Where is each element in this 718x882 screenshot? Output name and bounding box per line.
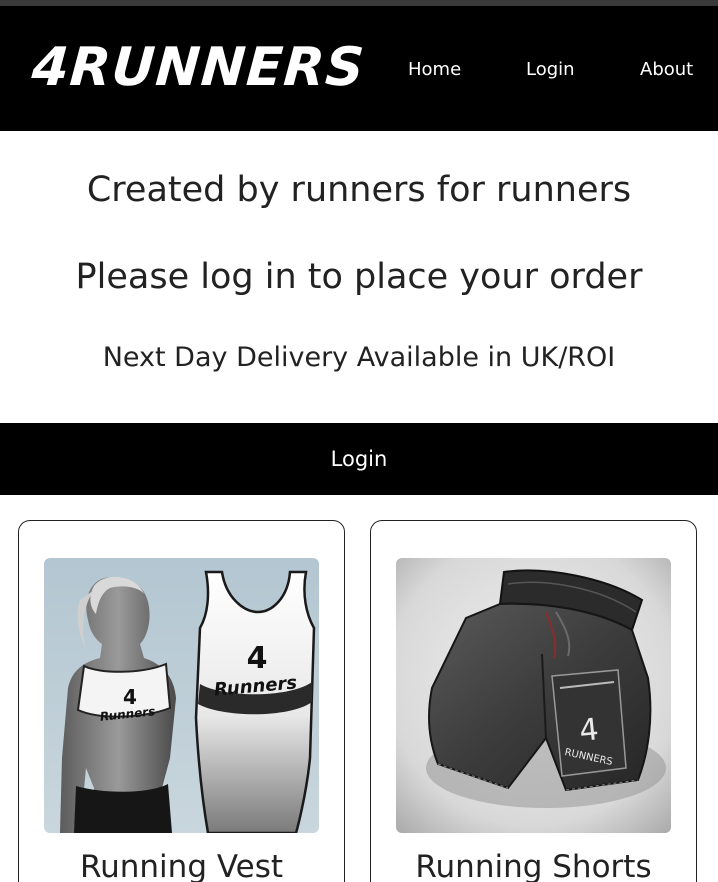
- login-prompt: Please log in to place your order: [75, 257, 643, 297]
- product-card-vest[interactable]: 4 Runners 4 Runners Running Vest: [18, 520, 345, 882]
- product-card-shorts[interactable]: 4 RUNNERS Running Shorts: [370, 520, 697, 882]
- delivery-notice: Next Day Delivery Available in UK/ROI: [102, 342, 616, 373]
- site-logo[interactable]: 4RUNNERS: [30, 36, 367, 100]
- running-vest-image[interactable]: 4 Runners 4 Runners: [44, 558, 319, 833]
- running-shorts-image[interactable]: 4 RUNNERS: [396, 558, 671, 833]
- nav-home-link[interactable]: Home: [408, 58, 461, 82]
- svg-text:4: 4: [247, 641, 268, 676]
- nav-about-link[interactable]: About: [640, 58, 693, 82]
- site-header: 4RUNNERS Home Login About: [0, 6, 718, 131]
- product-title-shorts[interactable]: Running Shorts: [371, 847, 696, 882]
- login-button[interactable]: Login: [0, 423, 718, 495]
- hero-tagline: Created by runners for runners: [86, 170, 632, 210]
- product-title-vest[interactable]: Running Vest: [19, 847, 344, 882]
- nav-login-link[interactable]: Login: [526, 58, 575, 82]
- shorts-print-number: 4: [578, 712, 601, 749]
